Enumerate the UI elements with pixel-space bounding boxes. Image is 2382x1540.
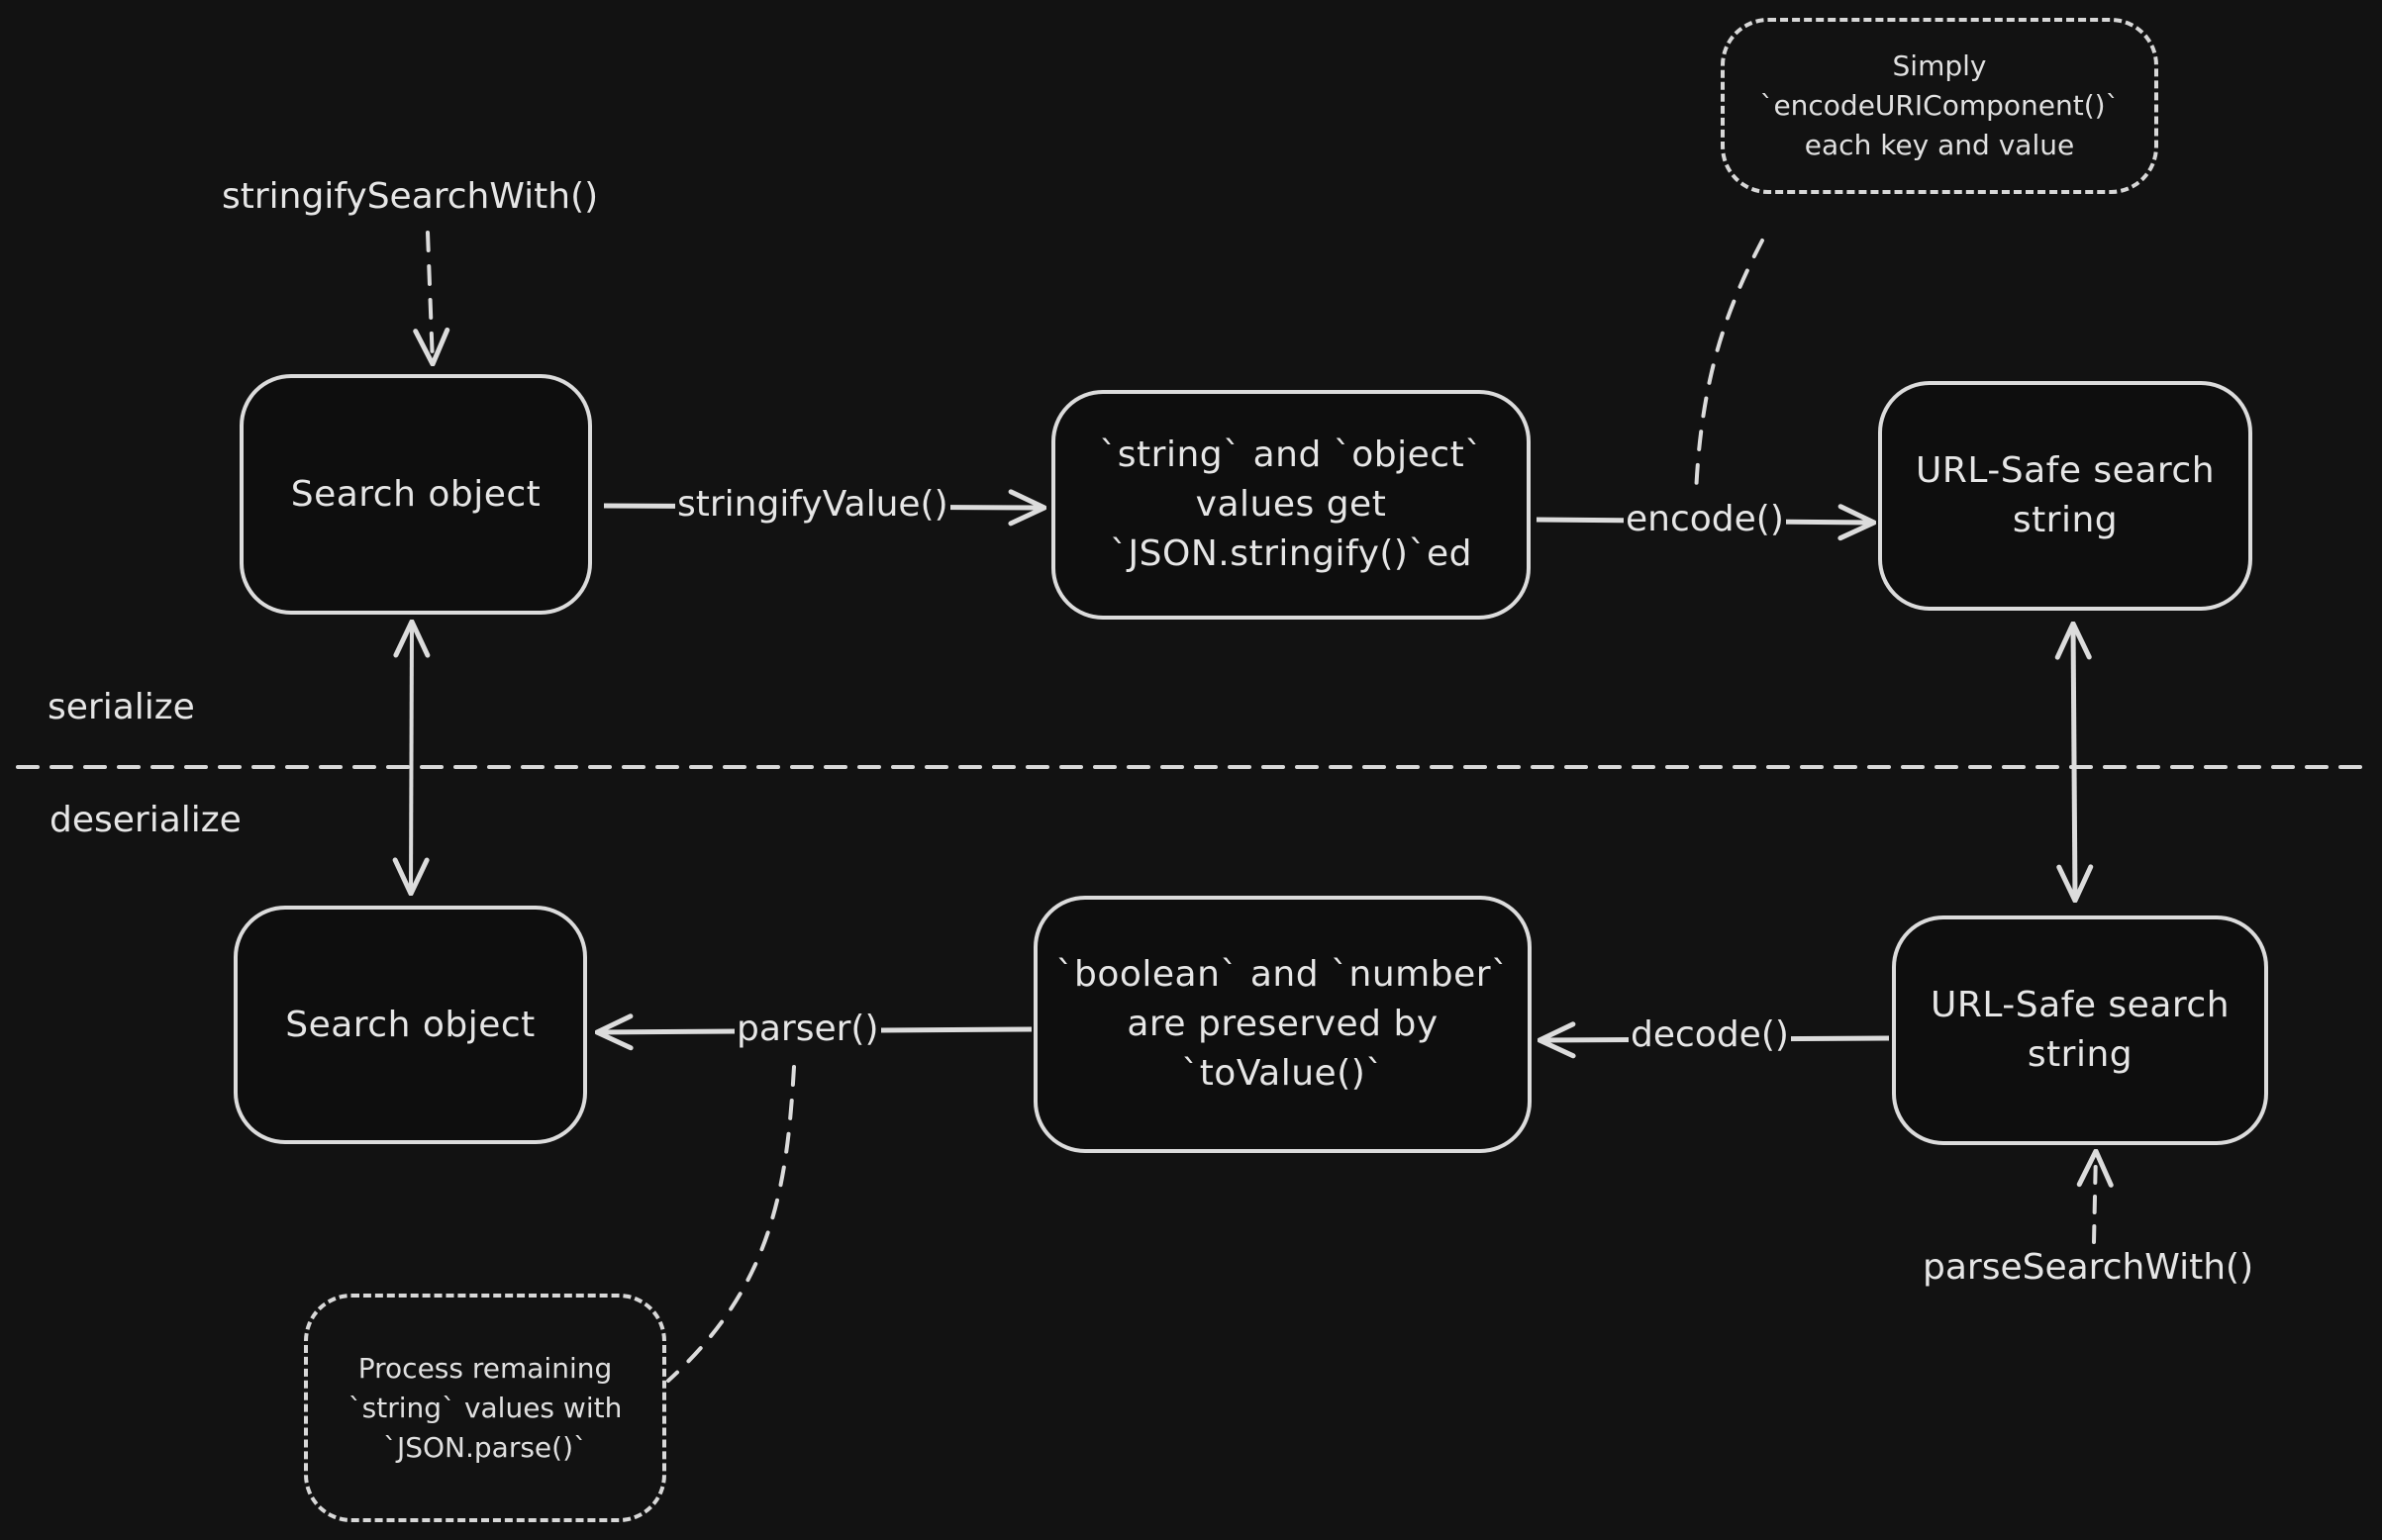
preserved-values-node-text: `boolean` and `number` are preserved by … [1055, 954, 1510, 1094]
deserialize-section-label: deserialize [50, 800, 242, 840]
serialize-section-label: serialize [48, 687, 195, 727]
preserved-values-node[interactable]: `boolean` and `number` are preserved by … [1034, 896, 1532, 1153]
search-object-node-serialize[interactable]: Search object [240, 374, 592, 615]
left-bidirectional-arrow [411, 622, 412, 894]
url-safe-string-node-text: URL-Safe search string [1915, 450, 2216, 540]
parse-search-with-label: parseSearchWith() [1923, 1247, 2254, 1288]
url-safe-string-node-deserialize[interactable]: URL-Safe search string [1892, 915, 2268, 1145]
stringified-values-node[interactable]: `string` and `object` values get `JSON.s… [1051, 390, 1531, 620]
decode-edge-label: decode() [1629, 1013, 1791, 1057]
parse-note-text: Process remaining `string` values with `… [347, 1351, 623, 1464]
stringify-search-with-arrow [428, 231, 433, 364]
search-object-node-text: Search object [285, 1004, 536, 1045]
stringify-search-with-label: stringifySearchWith() [222, 176, 599, 217]
parser-edge-label: parser() [735, 1008, 881, 1051]
search-object-node-text: Search object [290, 473, 542, 515]
stringify-value-edge-label: stringifyValue() [675, 483, 950, 527]
stringified-values-node-text: `string` and `object` values get `JSON.s… [1099, 434, 1483, 574]
encode-edge-label: encode() [1624, 498, 1786, 541]
right-bidirectional-arrow [2073, 624, 2075, 901]
parse-note[interactable]: Process remaining `string` values with `… [304, 1294, 666, 1522]
search-object-node-deserialize[interactable]: Search object [234, 906, 587, 1144]
url-safe-string-node-text: URL-Safe search string [1930, 985, 2231, 1075]
parse-search-with-arrow [2094, 1151, 2096, 1244]
encode-note[interactable]: Simply `encodeURIComponent()` each key a… [1721, 18, 2158, 194]
encode-note-text: Simply `encodeURIComponent()` each key a… [1759, 49, 2120, 161]
encode-note-connector [1694, 239, 1764, 497]
parse-note-connector [666, 1065, 796, 1383]
url-safe-string-node-serialize[interactable]: URL-Safe search string [1878, 381, 2252, 611]
